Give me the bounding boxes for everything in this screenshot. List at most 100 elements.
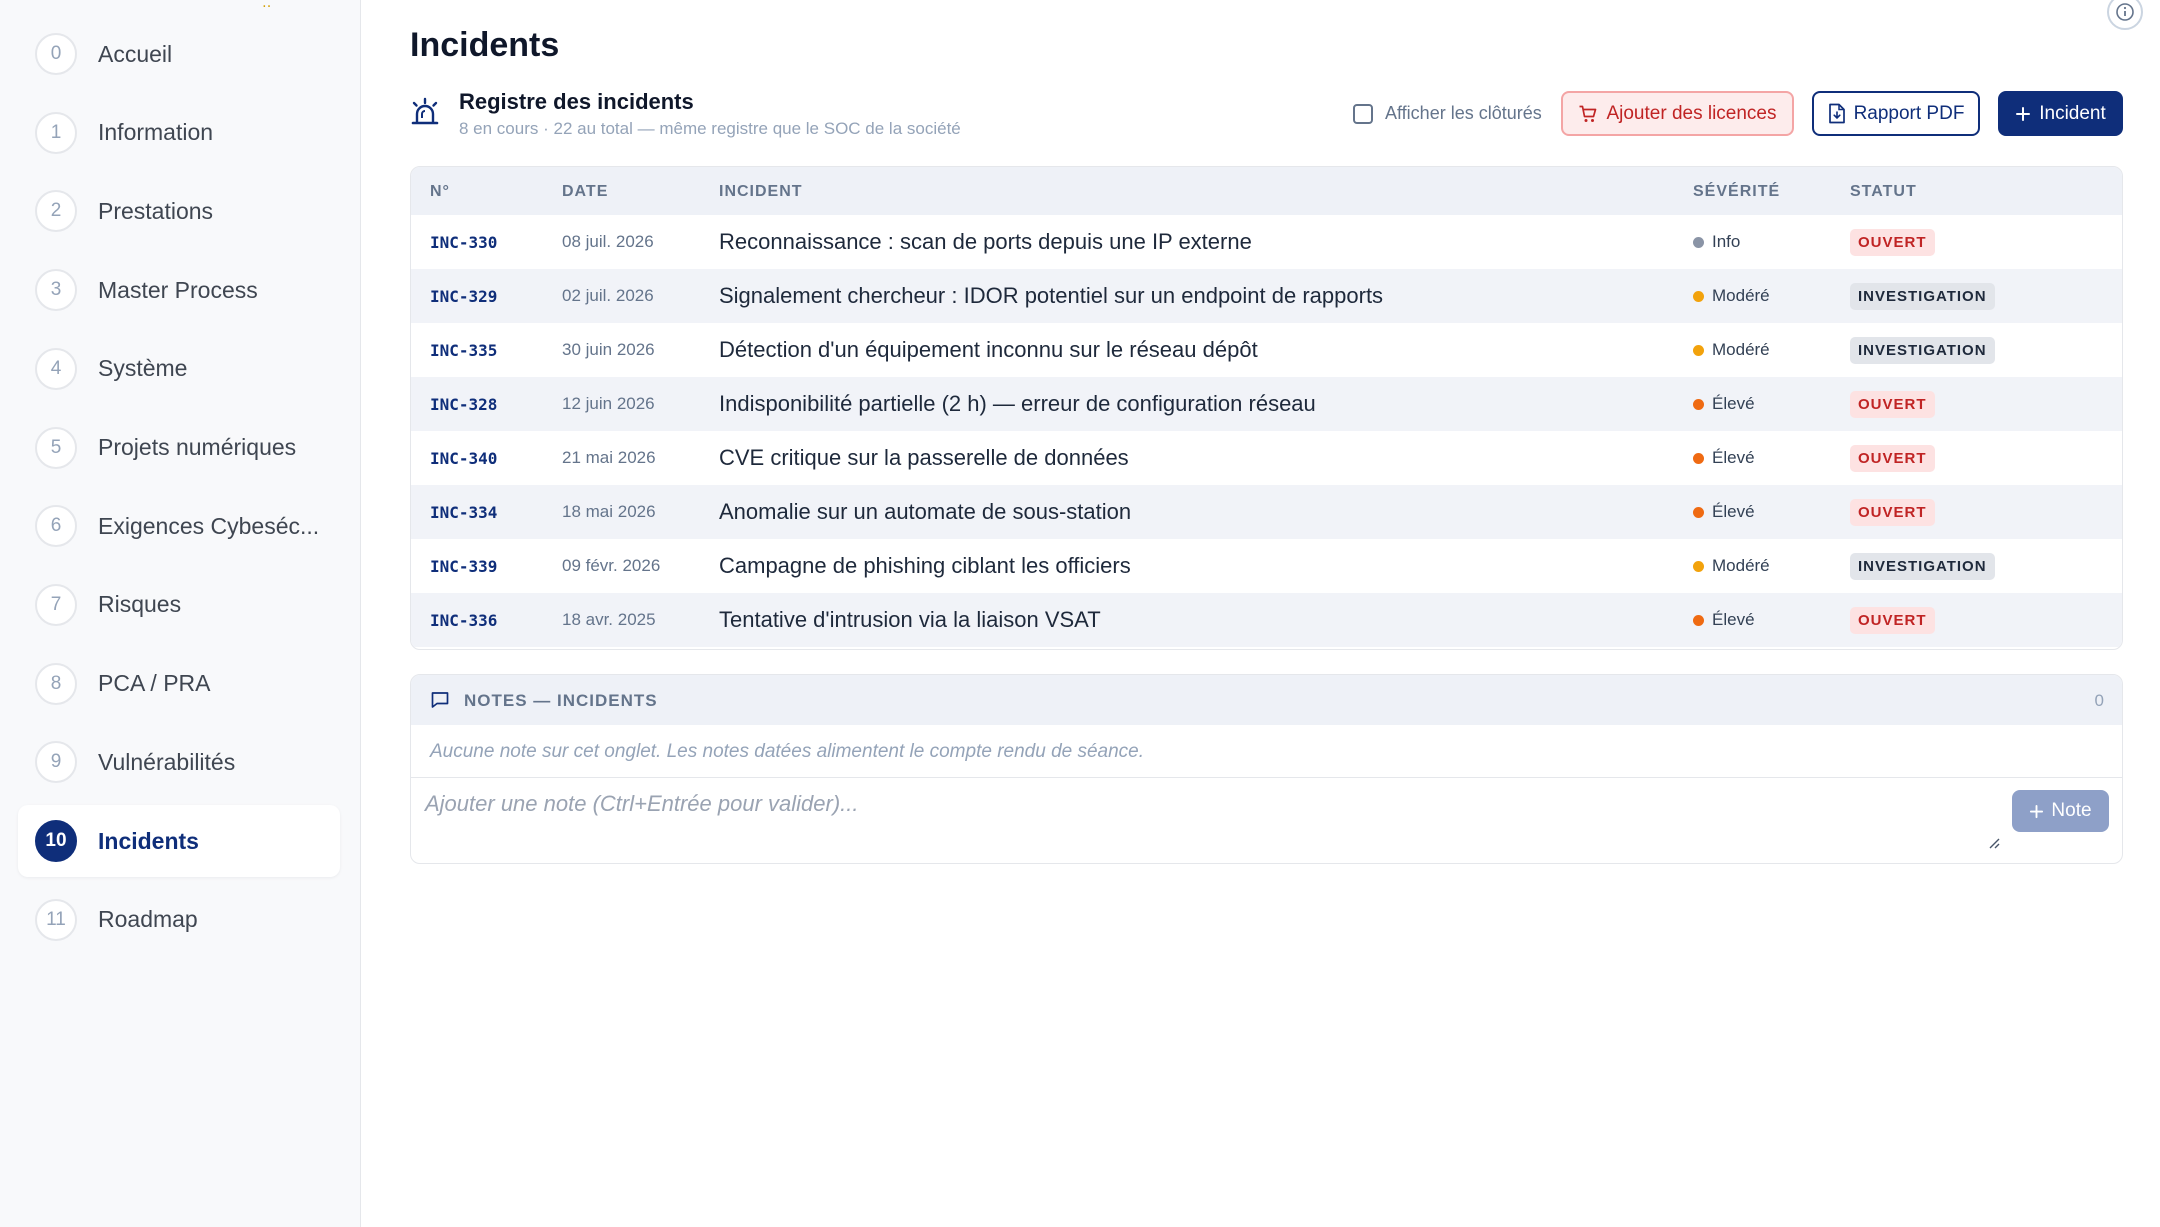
col-header-date[interactable]: DATE [562,183,608,201]
status-cell: INVESTIGATION [1850,323,1995,377]
incident-title[interactable]: Tentative d'intrusion via la liaison VSA… [719,593,1101,647]
incident-id[interactable]: INC-335 [430,323,497,377]
col-header-severity[interactable]: SÉVÉRITÉ [1693,183,1780,201]
register-subtitle: 8 en cours · 22 au total — même registre… [459,119,961,138]
table-row[interactable]: INC-330 08 juil. 2026 Reconnaissance : sca… [411,215,2122,269]
sidebar-item-2[interactable]: 2 Prestations [18,175,340,247]
note-input[interactable] [419,781,2019,859]
sidebar-item-11[interactable]: 11 Roadmap [18,884,340,956]
status-cell: INVESTIGATION [1850,269,1995,323]
incident-id[interactable]: INC-336 [430,593,497,647]
table-row[interactable]: INC-336 18 avr. 2025 Tentative d'intrusion… [411,593,2122,647]
step-number-badge: 3 [35,269,77,312]
severity-cell: Élevé [1693,377,1755,431]
show-closed-toggle[interactable]: Afficher les clôturés [1353,103,1542,124]
file-download-icon [1828,103,1845,124]
table-row[interactable]: INC-335 30 juin 2026 Détection d'un équipe… [411,323,2122,377]
severity-label: Modéré [1712,556,1770,575]
sidebar-item-8[interactable]: 8 PCA / PRA [18,648,340,720]
status-cell: OUVERT [1850,485,1935,539]
sidebar-item-label: Master Process [98,276,258,303]
step-number-badge: 9 [35,741,77,784]
status-badge: INVESTIGATION [1850,282,1995,310]
incident-id[interactable]: INC-340 [430,431,497,485]
status-badge: OUVERT [1850,390,1935,418]
table-row[interactable]: INC-339 09 févr. 2026 Campagne de phishing… [411,539,2122,593]
col-header-incident[interactable]: INCIDENT [719,183,803,201]
step-number-badge: 8 [35,662,77,705]
comment-icon [431,692,449,708]
add-note-button[interactable]: Note [2012,790,2109,832]
status-cell: OUVERT [1850,593,1935,647]
show-closed-checkbox[interactable] [1353,103,1373,124]
severity-label: Élevé [1712,610,1755,629]
incident-title[interactable]: Détection d'un équipement inconnu sur le… [719,323,1258,377]
incident-id[interactable]: INC-330 [430,215,497,269]
sidebar-item-label: Accueil [98,40,173,67]
status-cell: INVESTIGATION [1850,539,1995,593]
severity-dot-icon [1693,344,1704,356]
sidebar-item-label: Incidents [98,827,199,854]
sidebar-item-3[interactable]: 3 Master Process [18,254,340,326]
status-badge: INVESTIGATION [1850,552,1995,580]
notes-title: NOTES — INCIDENTS [464,691,658,710]
sidebar-item-5[interactable]: 5 Projets numériques [18,412,340,484]
show-closed-label: Afficher les clôturés [1385,103,1542,123]
severity-dot-icon [1693,452,1704,464]
incident-id[interactable]: INC-328 [430,377,497,431]
incident-date: 21 mai 2026 [562,448,656,467]
sidebar-item-6[interactable]: 6 Exigences Cybeséc... [18,490,340,562]
table-row[interactable]: INC-340 21 mai 2026 CVE critique sur la pa… [411,431,2122,485]
sidebar-item-9[interactable]: 9 Vulnérabilités [18,726,340,798]
incident-title[interactable]: Reconnaissance : scan de ports depuis un… [719,215,1252,269]
notes-divider [411,777,2122,778]
incident-title[interactable]: Indisponibilité partielle (2 h) — erreur… [719,377,1316,431]
pdf-report-label: Rapport PDF [1853,102,1965,124]
status-badge: OUVERT [1850,498,1935,526]
sidebar-item-1[interactable]: 1 Information [18,97,340,169]
sidebar-item-10[interactable]: 10 Incidents [18,805,340,877]
add-licenses-button[interactable]: Ajouter des licences [1561,91,1794,136]
incident-id[interactable]: INC-329 [430,269,497,323]
sidebar-item-label: Prestations [98,197,214,224]
col-header-status[interactable]: STATUT [1850,183,1917,201]
incident-date: 09 févr. 2026 [562,556,661,575]
sidebar-item-label: PCA / PRA [98,670,211,697]
sidebar: ‥ 0 Accueil 1 Information 2 Prestations 3 Maste… [0,0,361,1227]
status-cell: OUVERT [1850,377,1935,431]
incident-title[interactable]: Signalement chercheur : IDOR potentiel s… [719,269,1383,323]
resize-handle-icon[interactable] [1986,835,2000,849]
step-number-badge: 2 [35,190,77,233]
table-row[interactable]: INC-329 02 juil. 2026 Signalement chercheu… [411,269,2122,323]
table-row[interactable]: INC-334 18 mai 2026 Anomalie sur un automa… [411,485,2122,539]
incident-date: 18 mai 2026 [562,502,656,521]
step-number-badge: 5 [35,426,77,469]
severity-label: Élevé [1712,394,1755,413]
status-badge: OUVERT [1850,606,1935,634]
sidebar-item-label: Exigences Cybeséc... [98,512,320,539]
incident-title[interactable]: Campagne de phishing ciblant les officie… [719,539,1131,593]
severity-cell: Élevé [1693,485,1755,539]
severity-cell: Élevé [1693,431,1755,485]
page-title: Incidents [410,26,560,64]
incident-id[interactable]: INC-334 [430,485,497,539]
incident-title[interactable]: Anomalie sur un automate de sous-station [719,485,1131,539]
severity-label: Élevé [1712,502,1755,521]
table-header: N° DATE INCIDENT SÉVÉRITÉ STATUT [411,167,2122,215]
sidebar-item-7[interactable]: 7 Risques [18,569,340,641]
status-badge: INVESTIGATION [1850,336,1995,364]
incident-id[interactable]: INC-339 [430,539,497,593]
severity-dot-icon [1693,398,1704,410]
info-button[interactable] [2107,0,2143,30]
table-row[interactable]: INC-328 12 juin 2026 Indisponibilité parti… [411,377,2122,431]
sidebar-item-label: Vulnérabilités [98,748,236,775]
new-incident-button[interactable]: Incident [1998,91,2123,136]
incident-title[interactable]: CVE critique sur la passerelle de donnée… [719,431,1129,485]
sidebar-item-0[interactable]: 0 Accueil [18,18,340,90]
severity-dot-icon [1693,290,1704,302]
severity-label: Modéré [1712,286,1770,305]
incident-date: 08 juil. 2026 [562,232,654,251]
sidebar-item-4[interactable]: 4 Système [18,333,340,405]
col-header-id[interactable]: N° [430,183,450,201]
pdf-report-button[interactable]: Rapport PDF [1812,91,1980,136]
